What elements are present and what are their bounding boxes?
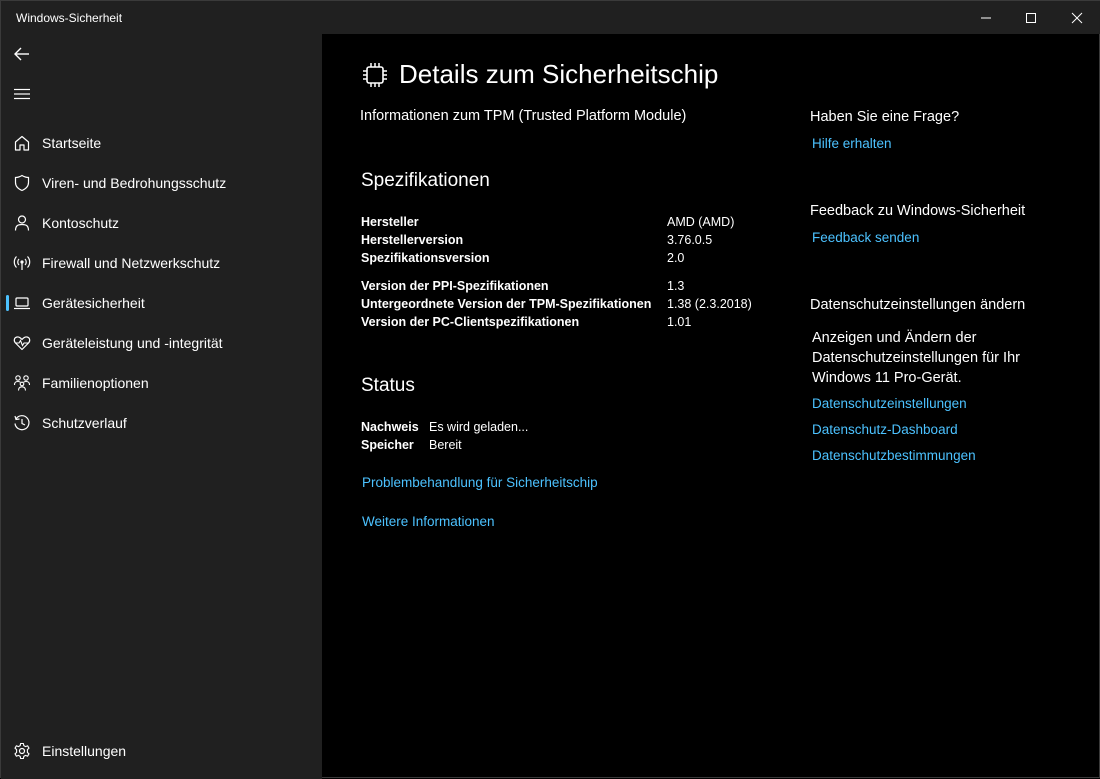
main-content: Details zum Sicherheitschip Informatione…	[322, 34, 1100, 779]
sidebar-item-label: Einstellungen	[42, 743, 127, 759]
spec-value-spec-version: 2.0	[667, 251, 685, 265]
active-indicator	[6, 295, 9, 311]
status-label-storage: Speicher	[361, 438, 414, 452]
privacy-description: Anzeigen und Ändern der Datenschutzeinst…	[812, 330, 1020, 386]
maximize-button[interactable]	[1008, 1, 1054, 34]
feedback-link[interactable]: Feedback senden	[812, 230, 919, 245]
spec-value-ppi-version: 1.3	[667, 279, 685, 293]
troubleshoot-link[interactable]: Problembehandlung für Sicherheitschip	[362, 475, 598, 490]
spec-label-pc-client-version: Version der PC-Clientspezifikationen	[361, 315, 580, 329]
privacy-dashboard-link[interactable]: Datenschutz-Dashboard	[812, 422, 958, 437]
history-icon	[13, 414, 31, 432]
laptop-icon	[13, 294, 31, 312]
page-title: Details zum Sicherheitschip	[399, 59, 719, 89]
sidebar-item-label: Familienoptionen	[42, 375, 149, 391]
app-window: Windows-Sicherheit Startseite Viren- und…	[0, 0, 1100, 779]
feedback-heading: Feedback zu Windows-Sicherheit	[810, 203, 1026, 219]
maximize-icon	[1026, 12, 1036, 23]
close-button[interactable]	[1054, 1, 1100, 34]
sidebar-item-label: Startseite	[42, 135, 102, 151]
chip-icon	[363, 63, 387, 87]
sidebar-item-geraetesicherheit[interactable]: Gerätesicherheit	[5, 285, 317, 321]
spec-label-tpm-sub-version: Untergeordnete Version der TPM-Spezifika…	[361, 297, 652, 311]
sidebar-item-kontoschutz[interactable]: Kontoschutz	[5, 205, 317, 241]
person-icon	[13, 214, 31, 232]
specs-heading: Spezifikationen	[361, 170, 490, 191]
spec-label-ppi-version: Version der PPI-Spezifikationen	[361, 279, 549, 293]
heart-pulse-icon	[13, 334, 31, 352]
page-subtitle: Informationen zum TPM (Trusted Platform …	[360, 108, 687, 124]
privacy-statement-link[interactable]: Datenschutzbestimmungen	[812, 448, 976, 463]
gear-icon	[13, 742, 31, 760]
sidebar-item-viren-bedrohungsschutz[interactable]: Viren- und Bedrohungsschutz	[5, 165, 317, 201]
spec-value-manufacturer-version: 3.76.0.5	[667, 233, 713, 247]
back-button[interactable]	[9, 41, 35, 67]
privacy-settings-link[interactable]: Datenschutzeinstellungen	[812, 396, 967, 411]
sidebar-item-label: Geräteleistung und -integrität	[42, 335, 223, 351]
spec-value-pc-client-version: 1.01	[667, 315, 692, 329]
minimize-button[interactable]	[963, 1, 1009, 34]
app-title: Windows-Sicherheit	[16, 11, 123, 25]
family-icon	[13, 374, 31, 392]
sidebar-item-label: Schutzverlauf	[42, 415, 127, 431]
sidebar-item-label: Gerätesicherheit	[42, 295, 145, 311]
spec-label-manufacturer: Hersteller	[361, 215, 419, 229]
status-value-attestation: Es wird geladen...	[429, 420, 529, 434]
close-icon	[1071, 12, 1083, 23]
shield-icon	[13, 174, 31, 192]
status-value-storage: Bereit	[429, 438, 462, 452]
spec-label-manufacturer-version: Herstellerversion	[361, 233, 464, 247]
spec-value-tpm-sub-version: 1.38 (2.3.2018)	[667, 297, 752, 311]
status-label-attestation: Nachweis	[361, 420, 419, 434]
question-heading: Haben Sie eine Frage?	[810, 109, 960, 125]
status-heading: Status	[361, 375, 415, 396]
menu-button[interactable]	[9, 81, 35, 107]
hamburger-icon	[14, 88, 30, 100]
sidebar-item-geraeteleistung-integritaet[interactable]: Geräteleistung und -integrität	[5, 325, 317, 361]
sidebar-item-label: Viren- und Bedrohungsschutz	[42, 175, 227, 191]
back-arrow-icon	[14, 47, 29, 61]
privacy-heading: Datenschutzeinstellungen ändern	[810, 297, 1026, 313]
title-bar: Windows-Sicherheit	[1, 1, 1100, 34]
spec-value-manufacturer: AMD (AMD)	[667, 215, 735, 229]
sidebar-item-label: Firewall und Netzwerkschutz	[42, 255, 221, 271]
help-link[interactable]: Hilfe erhalten	[812, 136, 892, 151]
home-icon	[13, 134, 31, 152]
sidebar: Startseite Viren- und Bedrohungsschutz K…	[1, 34, 322, 779]
more-info-link[interactable]: Weitere Informationen	[362, 514, 495, 529]
sidebar-item-familienoptionen[interactable]: Familienoptionen	[5, 365, 317, 401]
sidebar-item-schutzverlauf[interactable]: Schutzverlauf	[5, 405, 317, 441]
sidebar-item-label: Kontoschutz	[42, 215, 120, 231]
sidebar-item-einstellungen[interactable]: Einstellungen	[5, 733, 317, 769]
spec-label-spec-version: Spezifikationsversion	[361, 251, 490, 265]
antenna-icon	[13, 254, 31, 272]
minimize-icon	[981, 17, 991, 18]
sidebar-item-startseite[interactable]: Startseite	[5, 125, 317, 161]
sidebar-item-firewall-netzwerkschutz[interactable]: Firewall und Netzwerkschutz	[5, 245, 317, 281]
